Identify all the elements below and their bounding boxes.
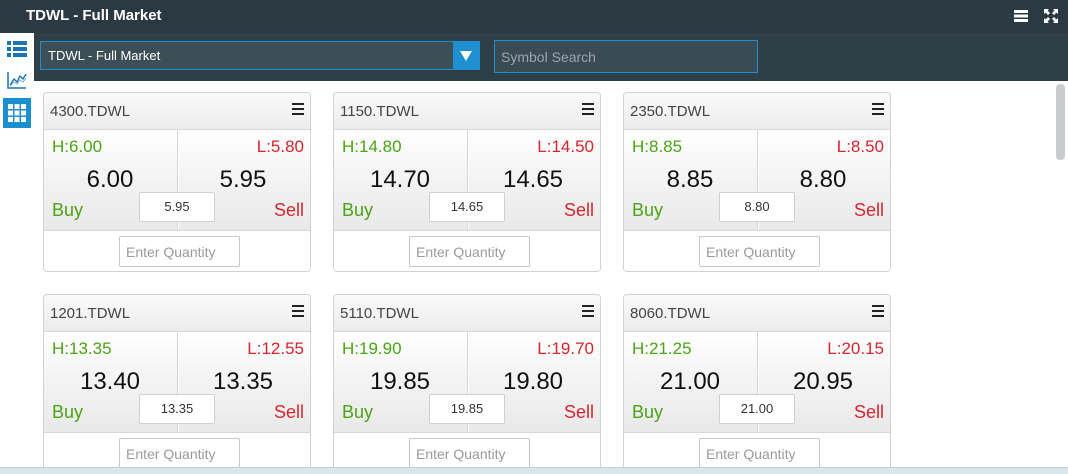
trade-card: 1201.TDWL H:13.35 13.40 Buy L:12.55 13.3… [43,294,311,474]
quantity-row [334,230,600,271]
last-price-box: 5.95 [139,192,215,222]
sell-label[interactable]: Sell [274,200,304,221]
last-price-box: 14.65 [429,192,505,222]
trade-card: 4300.TDWL H:6.00 6.00 Buy L:5.80 5.95 Se… [43,92,311,272]
sell-label[interactable]: Sell [564,200,594,221]
buy-label[interactable]: Buy [342,200,373,221]
day-high: H:14.80 [342,137,402,156]
day-high: H:6.00 [52,137,103,156]
card-symbol: 1201.TDWL [50,305,131,322]
trade-card: 8060.TDWL H:21.25 21.00 Buy L:20.15 20.9… [623,294,891,474]
buy-label[interactable]: Buy [632,402,663,423]
day-low: L:12.55 [247,339,304,358]
scrollbar-thumb[interactable] [1056,84,1065,160]
ask-price: 14.65 [502,166,564,193]
card-menu-icon[interactable] [582,103,594,115]
bid-price: 19.85 [369,368,431,395]
card-symbol: 4300.TDWL [50,103,131,120]
trade-card: 5110.TDWL H:19.90 19.85 Buy L:19.70 19.8… [333,294,601,474]
day-low: L:5.80 [256,137,304,156]
quantity-input[interactable] [699,236,820,267]
day-high: H:13.35 [52,339,112,358]
ask-price: 19.80 [502,368,564,395]
day-low: L:19.70 [537,339,594,358]
card-symbol: 5110.TDWL [340,305,419,322]
grid-icon [8,104,26,122]
chart-icon [7,72,27,89]
card-menu-icon[interactable] [292,103,304,115]
card-header: 2350.TDWL [624,93,890,130]
last-price-box: 8.80 [719,192,795,222]
card-symbol: 1150.TDWL [340,103,419,120]
sell-label[interactable]: Sell [854,402,884,423]
trade-card: 1150.TDWL H:14.80 14.70 Buy L:14.50 14.6… [333,92,601,272]
menu-icon[interactable] [1014,9,1028,23]
buy-label[interactable]: Buy [632,200,663,221]
trade-card: 2350.TDWL H:8.85 8.85 Buy L:8.50 8.80 Se… [623,92,891,272]
list-view-button[interactable] [4,36,30,62]
dropdown-arrow-icon[interactable] [453,42,479,69]
card-header: 4300.TDWL [44,93,310,130]
market-select-value: TDWL - Full Market [48,48,161,63]
card-header: 1201.TDWL [44,295,310,332]
card-menu-icon[interactable] [292,305,304,317]
quantity-row [44,230,310,271]
sell-label[interactable]: Sell [854,200,884,221]
last-price-box: 19.85 [429,394,505,424]
day-high: H:8.85 [632,137,683,156]
card-menu-icon[interactable] [582,305,594,317]
symbol-search-input[interactable] [494,40,758,73]
last-price-box: 13.35 [139,394,215,424]
card-symbol: 8060.TDWL [630,305,711,322]
bid-price: 21.00 [659,368,721,395]
grid-view-button[interactable] [3,98,31,128]
chart-view-button[interactable] [4,67,30,93]
day-high: H:21.25 [632,339,692,358]
quantity-input[interactable] [119,438,240,469]
quantity-row [624,230,890,271]
last-price-box: 21.00 [719,394,795,424]
card-header: 5110.TDWL [334,295,600,332]
bid-price: 8.85 [666,166,714,193]
expand-icon[interactable] [1044,9,1058,23]
window-title: TDWL - Full Market [26,7,162,24]
buy-label[interactable]: Buy [342,402,373,423]
market-select[interactable]: TDWL - Full Market [40,41,480,70]
card-menu-icon[interactable] [872,305,884,317]
day-high: H:19.90 [342,339,402,358]
quantity-input[interactable] [409,236,530,267]
quantity-input[interactable] [119,236,240,267]
sell-label[interactable]: Sell [564,402,594,423]
day-low: L:8.50 [836,137,884,156]
list-icon [7,41,27,57]
bid-price: 14.70 [369,166,431,193]
card-header: 1150.TDWL [334,93,600,130]
quantity-input[interactable] [699,438,820,469]
bid-price: 6.00 [86,166,134,193]
day-low: L:20.15 [827,339,884,358]
ask-price: 20.95 [792,368,854,395]
card-menu-icon[interactable] [872,103,884,115]
ask-price: 8.80 [799,166,847,193]
ask-price: 13.35 [212,368,274,395]
sell-label[interactable]: Sell [274,402,304,423]
day-low: L:14.50 [537,137,594,156]
buy-label[interactable]: Buy [52,200,83,221]
ask-price: 5.95 [219,166,267,193]
card-header: 8060.TDWL [624,295,890,332]
buy-label[interactable]: Buy [52,402,83,423]
card-symbol: 2350.TDWL [630,103,711,120]
left-sidebar [0,33,35,473]
quantity-input[interactable] [409,438,530,469]
window-titlebar: TDWL - Full Market [0,0,1068,33]
bid-price: 13.40 [79,368,141,395]
